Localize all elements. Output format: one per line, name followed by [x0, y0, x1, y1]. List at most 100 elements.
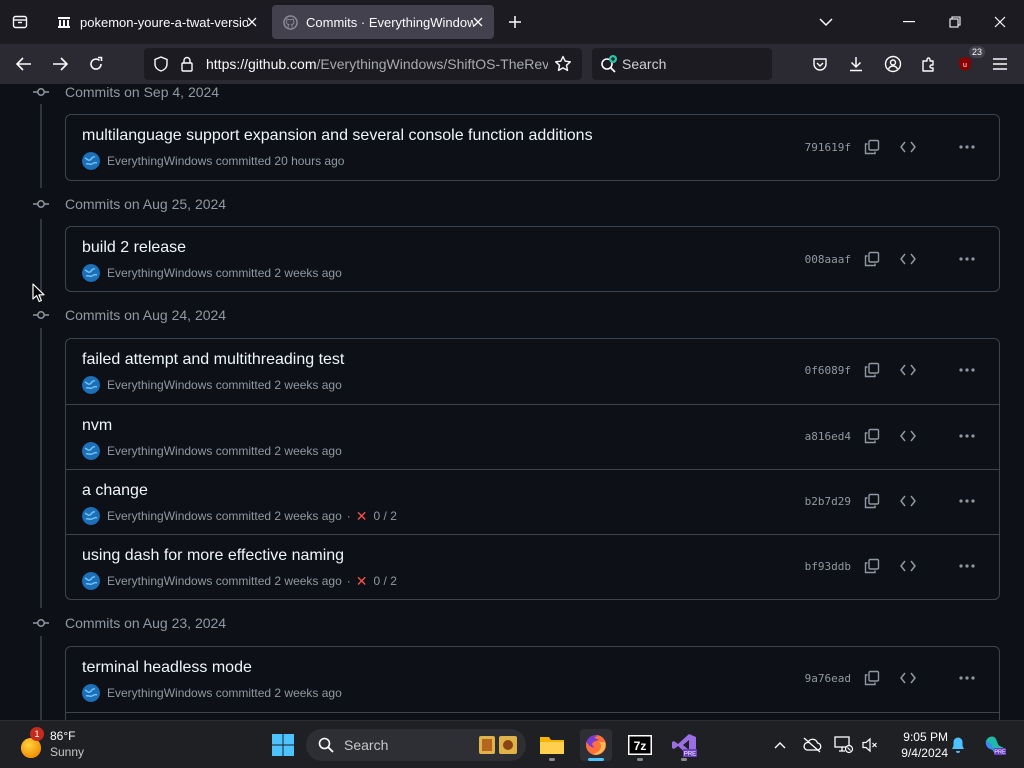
browse-repo-button[interactable]: [894, 133, 922, 161]
commit-sha-link[interactable]: 0f6089f: [805, 364, 851, 377]
show-hidden-icons-button[interactable]: [768, 733, 792, 757]
x-failure-icon[interactable]: ✕: [356, 574, 368, 588]
volume-tray[interactable]: [858, 733, 882, 757]
copy-sha-button[interactable]: [858, 422, 886, 450]
notifications-button[interactable]: [946, 733, 970, 757]
browse-repo-button[interactable]: [894, 245, 922, 273]
more-options-button[interactable]: [953, 552, 981, 580]
firefox-button[interactable]: [580, 729, 612, 761]
onedrive-tray[interactable]: [800, 733, 824, 757]
list-all-tabs-button[interactable]: [804, 4, 848, 40]
lock-icon[interactable]: [180, 56, 194, 72]
browse-repo-button[interactable]: [894, 552, 922, 580]
commit-author[interactable]: EverythingWindows: [107, 574, 212, 588]
commit-sha-link[interactable]: b2b7d29: [805, 495, 851, 508]
commit-author[interactable]: EverythingWindows: [107, 154, 212, 168]
shield-icon[interactable]: [153, 56, 169, 72]
url-text[interactable]: https://github.com/EverythingWindows/Shi…: [206, 56, 548, 72]
commit-author[interactable]: EverythingWindows: [107, 378, 212, 392]
tab-commits[interactable]: Commits · EverythingWindows/ShiftOS-TheR…: [272, 5, 494, 39]
restore-button[interactable]: [933, 4, 977, 40]
commit-title-link[interactable]: a change: [82, 482, 148, 500]
back-button[interactable]: [10, 50, 38, 78]
copy-sha-button[interactable]: [858, 245, 886, 273]
copy-sha-button[interactable]: [858, 356, 886, 384]
avatar[interactable]: [82, 152, 100, 170]
commit-sha-link[interactable]: bf93ddb: [805, 560, 851, 573]
svg-text:u: u: [963, 62, 967, 69]
close-tab-icon[interactable]: [244, 14, 260, 30]
start-button[interactable]: [267, 729, 299, 761]
commit-time: committed 2 weeks ago: [215, 686, 342, 700]
tab-pokemon[interactable]: pokemon-youre-a-twat-version: [46, 5, 268, 39]
commit-list: failed attempt and multithreading test E…: [65, 338, 1000, 600]
checks-status[interactable]: 0 / 2: [374, 574, 397, 588]
7zip-button[interactable]: 7z: [624, 729, 656, 761]
forward-button[interactable]: [46, 50, 74, 78]
bookmark-star-icon[interactable]: [554, 55, 572, 73]
reload-icon: [90, 56, 103, 70]
commit-author[interactable]: EverythingWindows: [107, 444, 212, 458]
reload-button[interactable]: [82, 50, 110, 78]
commit-meta: EverythingWindows committed 2 weeks ago …: [82, 507, 397, 525]
copy-sha-button[interactable]: [858, 133, 886, 161]
account-button[interactable]: [879, 50, 907, 78]
browse-repo-button[interactable]: [894, 422, 922, 450]
code-icon: [900, 430, 916, 442]
avatar[interactable]: [82, 442, 100, 460]
commit-sha-link[interactable]: 791619f: [805, 141, 851, 154]
network-tray[interactable]: [832, 733, 856, 757]
avatar[interactable]: [82, 507, 100, 525]
minimize-button[interactable]: [887, 4, 931, 40]
firefox-view-button[interactable]: [6, 9, 34, 35]
commit-title-link[interactable]: terminal headless mode: [82, 659, 252, 677]
network-icon: [834, 736, 854, 754]
ublock-button[interactable]: u 23: [951, 46, 985, 78]
browse-repo-button[interactable]: [894, 664, 922, 692]
taskbar-search[interactable]: Search: [306, 729, 526, 761]
avatar[interactable]: [82, 572, 100, 590]
commit-title-link[interactable]: build 2 release: [82, 239, 186, 257]
copy-sha-button[interactable]: [858, 552, 886, 580]
avatar[interactable]: [82, 264, 100, 282]
search-bar[interactable]: Search: [592, 48, 772, 80]
commit-title-link[interactable]: failed attempt and multithreading test: [82, 351, 344, 369]
commit-title-link[interactable]: multilanguage support expansion and seve…: [82, 127, 593, 145]
copy-sha-button[interactable]: [858, 487, 886, 515]
commit-author[interactable]: EverythingWindows: [107, 266, 212, 280]
visual-studio-preview-button[interactable]: PRE: [668, 729, 700, 761]
commit-title-link[interactable]: using dash for more effective naming: [82, 547, 344, 565]
file-explorer-button[interactable]: [536, 729, 568, 761]
commit-author[interactable]: EverythingWindows: [107, 509, 212, 523]
pocket-button[interactable]: [806, 50, 834, 78]
more-options-button[interactable]: [953, 422, 981, 450]
extensions-button[interactable]: [915, 50, 943, 78]
browse-repo-button[interactable]: [894, 356, 922, 384]
taskbar-clock[interactable]: 9:05 PM 9/4/2024: [884, 729, 948, 761]
avatar[interactable]: [82, 684, 100, 702]
commit-author[interactable]: EverythingWindows: [107, 686, 212, 700]
commit-sha-link[interactable]: 9a76ead: [805, 672, 851, 685]
repo-favicon-icon: [56, 14, 72, 30]
x-failure-icon[interactable]: ✕: [356, 509, 368, 523]
commit-title-link[interactable]: nvm: [82, 417, 112, 435]
more-options-button[interactable]: [953, 133, 981, 161]
avatar[interactable]: [82, 376, 100, 394]
new-tab-button[interactable]: [502, 9, 528, 35]
more-options-button[interactable]: [953, 664, 981, 692]
checks-status[interactable]: 0 / 2: [374, 509, 397, 523]
close-window-button[interactable]: [978, 4, 1022, 40]
copy-sha-button[interactable]: [858, 664, 886, 692]
browse-repo-button[interactable]: [894, 487, 922, 515]
commit-sha-link[interactable]: a816ed4: [805, 430, 851, 443]
more-options-button[interactable]: [953, 245, 981, 273]
app-menu-button[interactable]: [986, 50, 1014, 78]
commit-sha-link[interactable]: 008aaaf: [805, 253, 851, 266]
downloads-button[interactable]: [842, 50, 870, 78]
weather-widget[interactable]: 1 86°F Sunny: [18, 727, 128, 763]
close-tab-icon[interactable]: [470, 14, 486, 30]
copilot-button[interactable]: PRE: [980, 733, 1008, 757]
address-bar[interactable]: https://github.com/EverythingWindows/Shi…: [144, 48, 582, 80]
more-options-button[interactable]: [953, 356, 981, 384]
more-options-button[interactable]: [953, 487, 981, 515]
